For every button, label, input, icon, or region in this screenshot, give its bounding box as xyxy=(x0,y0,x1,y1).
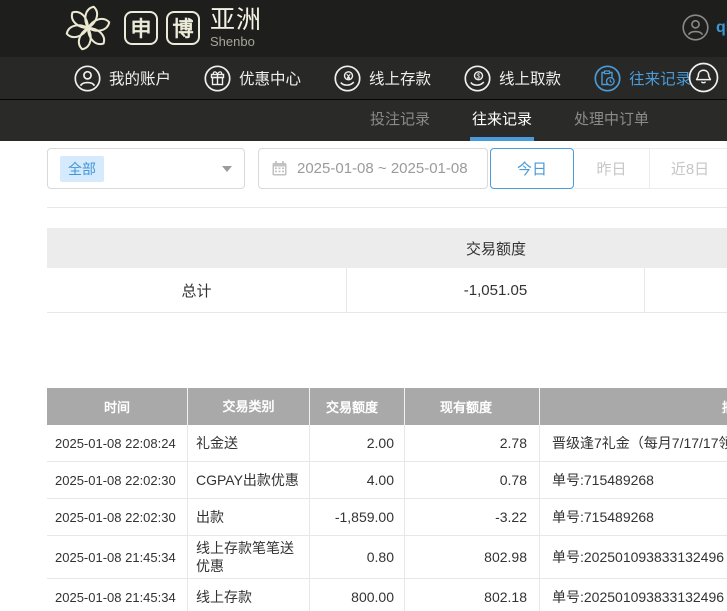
cell-time: 2025-01-08 22:02:30 xyxy=(47,499,188,535)
col-header-balance: 现有额度 xyxy=(405,388,540,425)
records-icon xyxy=(594,65,621,92)
svg-text:$: $ xyxy=(477,73,481,80)
cell-summary: 单号:715489268 xyxy=(540,462,727,498)
brand-logo[interactable]: 申 博 亚洲 Shenbo xyxy=(62,2,262,54)
logo-char-box: 博 xyxy=(166,11,200,45)
cell-time: 2025-01-08 21:45:34 xyxy=(47,579,188,611)
table-row: 2025-01-08 21:45:34 线上存款 800.00 802.18 单… xyxy=(47,579,727,611)
cell-summary: 单号:202501093833132496 xyxy=(540,536,727,578)
summary-header-row: 交易额度 xyxy=(47,228,727,268)
nav-item-online-withdrawal[interactable]: $ 线上取款 xyxy=(464,65,561,92)
summary-total-row: 总计 -1,051.05 xyxy=(47,268,727,313)
calendar-icon xyxy=(271,160,288,177)
cell-amount: -1,859.00 xyxy=(310,499,405,535)
nav-item-transaction-records[interactable]: 往来记录 xyxy=(594,65,691,92)
col-header-summary: 摘要 xyxy=(540,388,727,425)
logo-text: 亚洲 Shenbo xyxy=(210,8,262,48)
date-range-input[interactable]: 2025-01-08 ~ 2025-01-08 xyxy=(258,148,488,189)
section-divider xyxy=(47,207,727,208)
filter-bar: 全部 2025-01-08 ~ 2025-01-08 今日 昨日 近8日 xyxy=(0,148,727,189)
cell-amount: 0.80 xyxy=(310,536,405,578)
cell-amount: 4.00 xyxy=(310,462,405,498)
logo-char-1: 申 xyxy=(131,13,152,43)
nav-label: 优惠中心 xyxy=(239,67,301,89)
sub-nav: 投注记录 往来记录 处理中订单 xyxy=(0,100,727,141)
notifications-bell-icon[interactable] xyxy=(688,62,719,93)
cell-type: 出款 xyxy=(188,499,310,535)
col-header-amount: 交易额度 xyxy=(310,388,405,425)
today-button[interactable]: 今日 xyxy=(490,148,574,189)
summary-total-value: -1,051.05 xyxy=(347,268,645,312)
logo-region: 亚洲 xyxy=(210,8,262,33)
table-row: 2025-01-08 22:08:24 礼金送 2.00 2.78 晋级逢7礼金… xyxy=(47,425,727,462)
cell-type: 线上存款 xyxy=(188,579,310,611)
cell-type: CGPAY出款优惠 xyxy=(188,462,310,498)
cell-balance: 802.18 xyxy=(405,579,540,611)
logo-subtitle: Shenbo xyxy=(210,35,262,48)
summary-total-label: 总计 xyxy=(47,268,347,312)
deposit-icon xyxy=(334,65,361,92)
cell-balance: 0.78 xyxy=(405,462,540,498)
nav-label: 线上取款 xyxy=(499,67,561,89)
col-header-type: 交易类别 xyxy=(188,388,310,425)
cell-time: 2025-01-08 22:02:30 xyxy=(47,462,188,498)
summary-table: 交易额度 总计 -1,051.05 xyxy=(47,228,727,313)
cell-balance: -3.22 xyxy=(405,499,540,535)
cell-type: 线上存款笔笔送优惠 xyxy=(188,536,310,578)
cell-time: 2025-01-08 21:45:34 xyxy=(47,536,188,578)
nav-label: 我的账户 xyxy=(109,67,171,89)
quick-range-buttons: 昨日 近8日 xyxy=(574,148,727,189)
cell-balance: 802.98 xyxy=(405,536,540,578)
gift-icon xyxy=(204,65,231,92)
type-filter-value: 全部 xyxy=(60,156,104,182)
summary-empty-cell xyxy=(645,268,727,312)
yesterday-button[interactable]: 昨日 xyxy=(574,149,650,188)
summary-header-amount: 交易额度 xyxy=(347,238,645,259)
top-header: 申 博 亚洲 Shenbo qh xyxy=(0,0,727,57)
col-header-time: 时间 xyxy=(47,388,188,425)
nav-item-promotions[interactable]: 优惠中心 xyxy=(204,65,301,92)
nav-item-my-account[interactable]: 我的账户 xyxy=(74,65,171,92)
cell-summary: 单号:202501093833132496 xyxy=(540,579,727,611)
chevron-down-icon xyxy=(222,166,232,172)
cell-summary: 晋级逢7礼金（每月7/17/17领 xyxy=(540,425,727,461)
flower-logo-icon xyxy=(62,2,114,54)
logo-char-2: 博 xyxy=(173,13,194,43)
cell-amount: 2.00 xyxy=(310,425,405,461)
last-8-days-button[interactable]: 近8日 xyxy=(650,149,727,188)
user-avatar-icon xyxy=(682,14,709,41)
table-row: 2025-01-08 22:02:30 出款 -1,859.00 -3.22 单… xyxy=(47,499,727,536)
table-row: 2025-01-08 21:45:34 线上存款笔笔送优惠 0.80 802.9… xyxy=(47,536,727,579)
date-range-value: 2025-01-08 ~ 2025-01-08 xyxy=(297,160,468,177)
records-header-row: 时间 交易类别 交易额度 现有额度 摘要 xyxy=(47,388,727,425)
cell-type: 礼金送 xyxy=(188,425,310,461)
logo-char-box: 申 xyxy=(124,11,158,45)
records-table: 时间 交易类别 交易额度 现有额度 摘要 2025-01-08 22:08:24… xyxy=(47,388,727,611)
page: 申 博 亚洲 Shenbo qh 我的账户 xyxy=(0,0,727,611)
nav-label: 线上存款 xyxy=(369,67,431,89)
username[interactable]: qh xyxy=(716,19,727,37)
cell-balance: 2.78 xyxy=(405,425,540,461)
tab-transaction-records[interactable]: 往来记录 xyxy=(470,100,534,141)
tab-betting-records[interactable]: 投注记录 xyxy=(368,100,432,141)
account-icon xyxy=(74,65,101,92)
table-row: 2025-01-08 22:02:30 CGPAY出款优惠 4.00 0.78 … xyxy=(47,462,727,499)
cell-summary: 单号:715489268 xyxy=(540,499,727,535)
withdraw-icon: $ xyxy=(464,65,491,92)
main-nav: 我的账户 优惠中心 线上存款 $ xyxy=(0,57,727,100)
nav-item-online-deposit[interactable]: 线上存款 xyxy=(334,65,431,92)
user-area[interactable]: qh xyxy=(682,14,727,41)
cell-amount: 800.00 xyxy=(310,579,405,611)
tab-processing-orders[interactable]: 处理中订单 xyxy=(572,100,651,141)
type-filter-dropdown[interactable]: 全部 xyxy=(47,148,245,189)
nav-label: 往来记录 xyxy=(629,67,691,89)
record-tabs: 投注记录 往来记录 处理中订单 xyxy=(368,100,651,141)
cell-time: 2025-01-08 22:08:24 xyxy=(47,425,188,461)
